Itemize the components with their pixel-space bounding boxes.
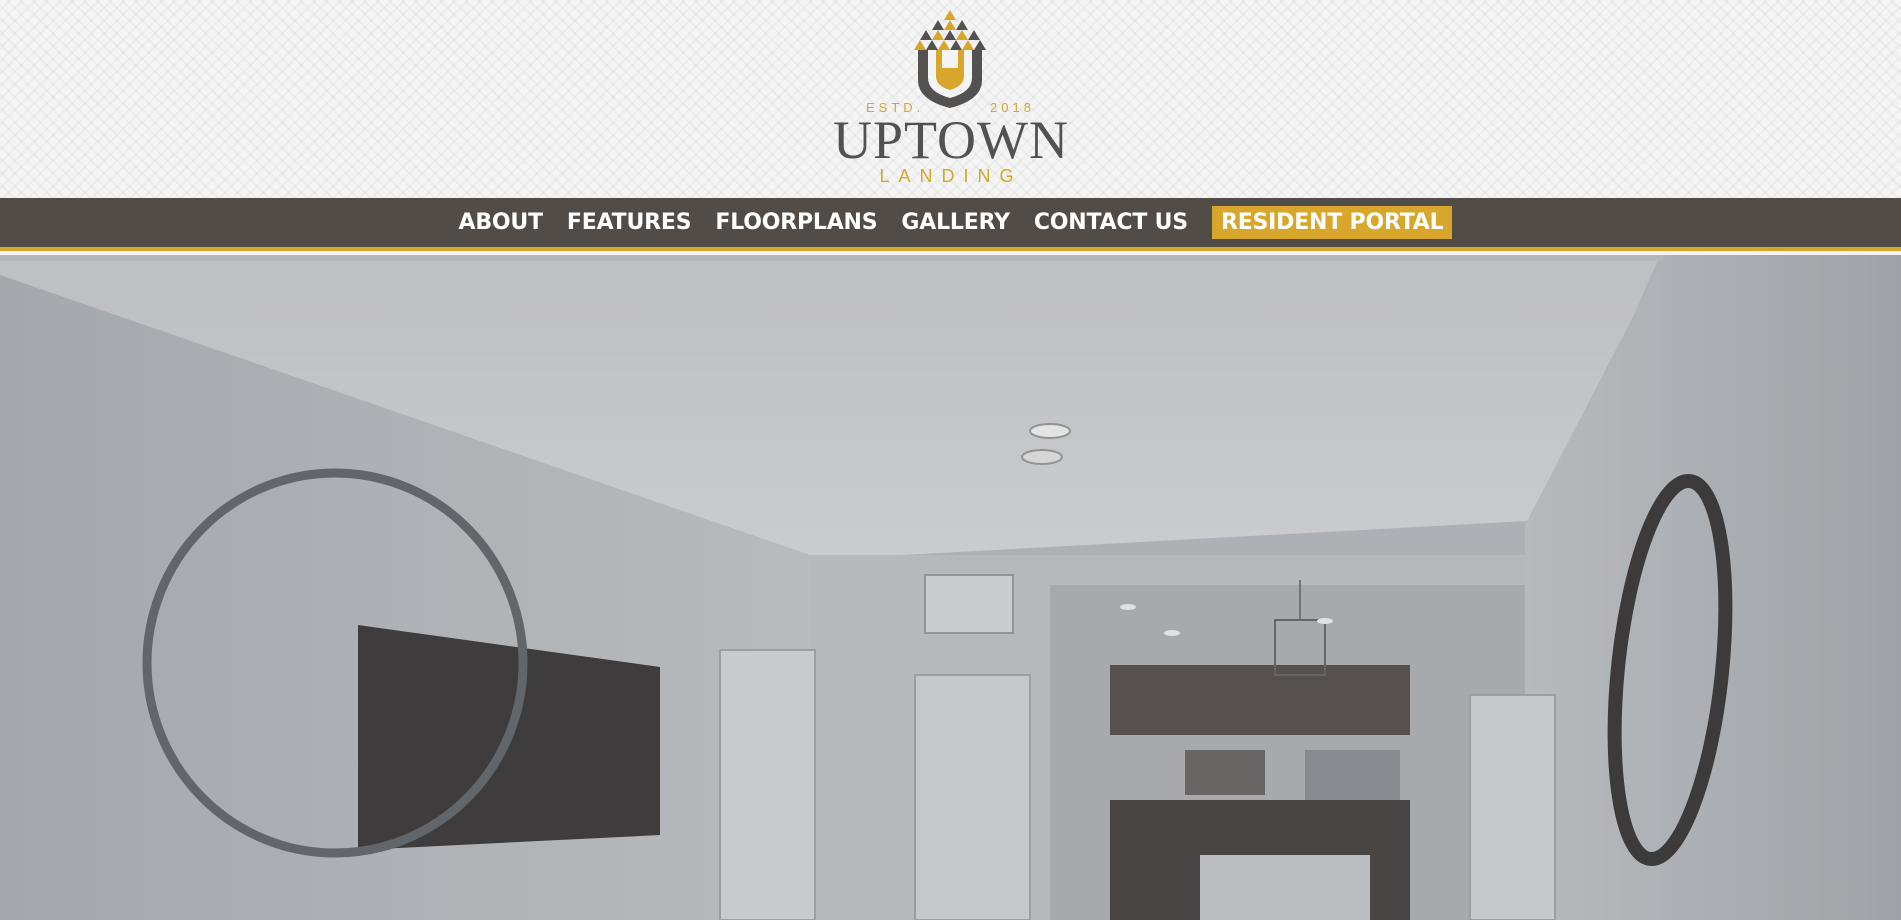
nav-item-features[interactable]: FEATURES bbox=[555, 206, 703, 239]
main-nav: ABOUT FEATURES FLOORPLANS GALLERY CONTAC… bbox=[0, 198, 1901, 251]
nav-item-floorplans[interactable]: FLOORPLANS bbox=[703, 206, 889, 239]
resident-portal-button[interactable]: RESIDENT PORTAL bbox=[1211, 206, 1453, 239]
site-logo[interactable]: ESTD. 2018 UPTOWN LANDING bbox=[820, 8, 1080, 188]
acorn-shield-icon bbox=[914, 10, 986, 108]
nav-item-contact-us[interactable]: CONTACT US bbox=[1022, 206, 1200, 239]
nav-item-about[interactable]: ABOUT bbox=[447, 206, 555, 239]
hero-image bbox=[0, 255, 1901, 920]
living-room-photo bbox=[0, 255, 1901, 920]
logo-subtitle: LANDING bbox=[879, 166, 1023, 186]
logo-wordmark: UPTOWN bbox=[832, 110, 1069, 170]
nav-item-gallery[interactable]: GALLERY bbox=[889, 206, 1021, 239]
nav-list: ABOUT FEATURES FLOORPLANS GALLERY CONTAC… bbox=[447, 206, 1453, 239]
site-header: ESTD. 2018 UPTOWN LANDING bbox=[0, 0, 1901, 198]
